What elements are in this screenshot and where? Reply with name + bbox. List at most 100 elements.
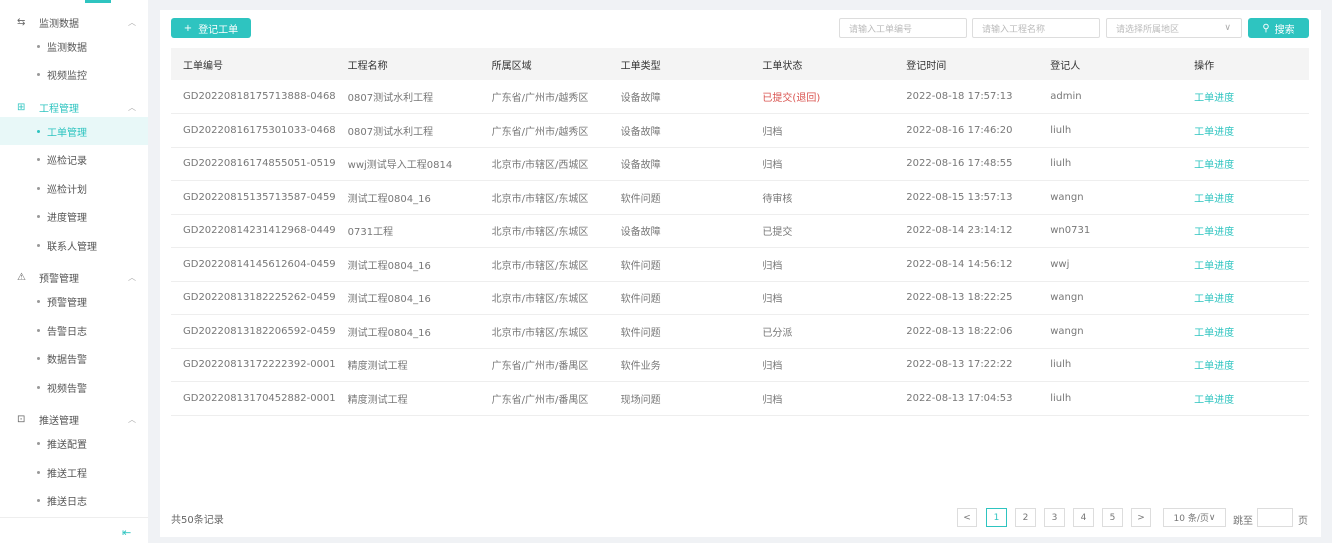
table-cell: admin [1038, 80, 1182, 114]
column-header: 工单类型 [609, 48, 751, 80]
work-order-progress-link[interactable]: 工单进度 [1182, 248, 1309, 282]
table-cell: 2022-08-13 18:22:25 [894, 281, 1038, 315]
table-cell: GD20220813170452882-0001 [171, 382, 336, 416]
work-order-progress-link[interactable]: 工单进度 [1182, 147, 1309, 181]
page-button[interactable]: 4 [1073, 508, 1094, 527]
table-cell: 北京市/市辖区/东城区 [480, 281, 609, 315]
table-cell: 软件业务 [609, 348, 751, 382]
sidebar-item[interactable]: 告警日志 [0, 316, 148, 344]
table-cell: 设备故障 [609, 214, 751, 248]
sidebar-item[interactable]: 预警管理 [0, 288, 148, 316]
sidebar-item-label: 视频告警 [47, 380, 87, 395]
bullet-icon [37, 130, 40, 133]
table-cell: GD20220813182225262-0459 [171, 281, 336, 315]
column-header: 所属区域 [480, 48, 609, 80]
sidebar-group-label: 监测数据 [39, 15, 79, 30]
column-header: 登记人 [1038, 48, 1182, 80]
sidebar-item[interactable]: 推送工程 [0, 458, 148, 486]
status-cell: 已提交(退回) [750, 80, 894, 114]
status-cell: 归档 [750, 147, 894, 181]
table-cell: 2022-08-13 18:22:06 [894, 315, 1038, 349]
page-button[interactable]: 1 [986, 508, 1007, 527]
status-cell: 归档 [750, 281, 894, 315]
search-button[interactable]: ⚲搜索 [1248, 18, 1309, 38]
work-order-progress-link[interactable]: 工单进度 [1182, 348, 1309, 382]
work-order-progress-link[interactable]: 工单进度 [1182, 281, 1309, 315]
status-cell: 归档 [750, 248, 894, 282]
table-cell: liulh [1038, 114, 1182, 148]
sidebar-item[interactable]: 监测数据 [0, 32, 148, 60]
bullet-icon [37, 357, 40, 360]
table-cell: 测试工程0804_16 [336, 248, 480, 282]
status-cell: 归档 [750, 348, 894, 382]
sidebar-item-label: 推送配置 [47, 436, 87, 451]
table-cell: 广东省/广州市/番禺区 [480, 348, 609, 382]
table-cell: wn0731 [1038, 214, 1182, 248]
table-cell: 2022-08-18 17:57:13 [894, 80, 1038, 114]
table-cell: 测试工程0804_16 [336, 181, 480, 215]
table-cell: wangn [1038, 315, 1182, 349]
bullet-icon [37, 73, 40, 76]
region-select[interactable]: 请选择所属地区∨ [1106, 18, 1242, 38]
work-order-progress-link[interactable]: 工单进度 [1182, 114, 1309, 148]
table-cell: 测试工程0804_16 [336, 281, 480, 315]
order-no-input[interactable]: 请输入工单编号 [839, 18, 967, 38]
table-row: GD20220813182225262-0459测试工程0804_16北京市/市… [171, 281, 1309, 315]
table-cell: 0807测试水利工程 [336, 80, 480, 114]
table-row: GD20220813170452882-0001精度测试工程广东省/广州市/番禺… [171, 382, 1309, 416]
table-cell: 测试工程0804_16 [336, 315, 480, 349]
sidebar-item[interactable]: 推送配置 [0, 430, 148, 458]
table-cell: 北京市/市辖区/西城区 [480, 147, 609, 181]
search-icon: ⚲ [1262, 23, 1269, 34]
project-name-input[interactable]: 请输入工程名称 [972, 18, 1100, 38]
chevron-down-icon: ∨ [1224, 23, 1231, 33]
sidebar-item[interactable]: 巡检记录 [0, 146, 148, 174]
sidebar-item-label: 巡检记录 [47, 152, 87, 167]
page-button[interactable]: 2 [1015, 508, 1036, 527]
page-size-select[interactable]: 10 条/页∨ [1163, 508, 1226, 527]
table-cell: liulh [1038, 147, 1182, 181]
chevron-up-icon: ︿ [128, 17, 136, 28]
sidebar-item-label: 联系人管理 [47, 238, 97, 253]
table-cell: 北京市/市辖区/东城区 [480, 181, 609, 215]
table-cell: 精度测试工程 [336, 348, 480, 382]
table-cell: GD20220816175301033-0468 [171, 114, 336, 148]
sidebar-group-label: 预警管理 [39, 270, 79, 285]
table-cell: 精度测试工程 [336, 382, 480, 416]
next-page-button[interactable]: > [1131, 508, 1151, 527]
prev-page-button[interactable]: < [957, 508, 977, 527]
page-button[interactable]: 5 [1102, 508, 1123, 527]
add-work-order-button[interactable]: +登记工单 [171, 18, 251, 38]
chevron-up-icon: ︿ [128, 414, 136, 425]
collapse-sidebar-icon[interactable]: ⇤ [122, 526, 131, 539]
table-cell: wwj测试导入工程0814 [336, 147, 480, 181]
sidebar-item[interactable]: 数据告警 [0, 345, 148, 373]
work-order-progress-link[interactable]: 工单进度 [1182, 181, 1309, 215]
sidebar-item[interactable]: 视频监控 [0, 61, 148, 89]
sidebar-item[interactable]: 工单管理 [0, 117, 148, 145]
work-order-progress-link[interactable]: 工单进度 [1182, 382, 1309, 416]
work-order-progress-link[interactable]: 工单进度 [1182, 80, 1309, 114]
jump-page-input[interactable] [1257, 508, 1293, 527]
sidebar-item[interactable]: 联系人管理 [0, 231, 148, 259]
column-header: 工单编号 [171, 48, 336, 80]
bullet-icon [37, 187, 40, 190]
column-header: 工单状态 [750, 48, 894, 80]
work-order-progress-link[interactable]: 工单进度 [1182, 315, 1309, 349]
table-cell: 北京市/市辖区/东城区 [480, 214, 609, 248]
table-cell: 软件问题 [609, 281, 751, 315]
table-row: GD20220816174855051-0519wwj测试导入工程0814北京市… [171, 147, 1309, 181]
bullet-icon [37, 329, 40, 332]
sidebar-item[interactable]: 视频告警 [0, 373, 148, 401]
sidebar-item[interactable]: 推送日志 [0, 487, 148, 515]
sidebar-item[interactable]: 巡检计划 [0, 174, 148, 202]
table-cell: wwj [1038, 248, 1182, 282]
work-order-progress-link[interactable]: 工单进度 [1182, 214, 1309, 248]
table-row: GD20220814145612604-0459测试工程0804_16北京市/市… [171, 248, 1309, 282]
sidebar-item[interactable]: 进度管理 [0, 203, 148, 231]
jump-label: 跳至 [1233, 512, 1253, 527]
project-icon: ⊞ [17, 102, 31, 113]
bullet-icon [37, 244, 40, 247]
table-cell: 2022-08-16 17:48:55 [894, 147, 1038, 181]
page-button[interactable]: 3 [1044, 508, 1065, 527]
